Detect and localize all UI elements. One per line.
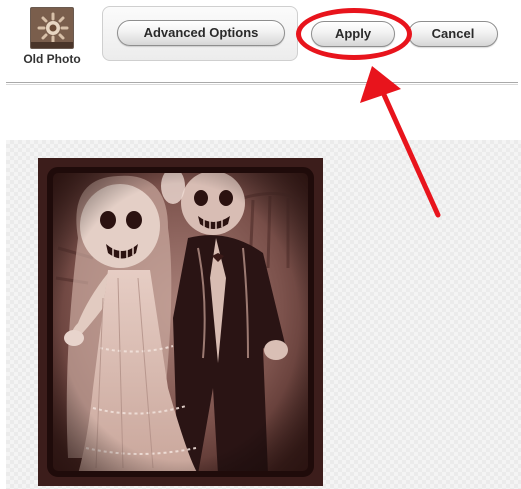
old-photo-thumbnail-icon[interactable]: [30, 7, 74, 49]
advanced-options-button[interactable]: Advanced Options: [117, 20, 285, 46]
toolbar-divider: [6, 82, 518, 85]
apply-button[interactable]: Apply: [311, 21, 395, 47]
photo-preview: [38, 158, 323, 486]
filter-name-label: Old Photo: [23, 52, 81, 66]
effects-toolbar: Old Photo Advanced Options Apply Cancel: [0, 0, 521, 84]
cancel-button[interactable]: Cancel: [408, 21, 498, 47]
